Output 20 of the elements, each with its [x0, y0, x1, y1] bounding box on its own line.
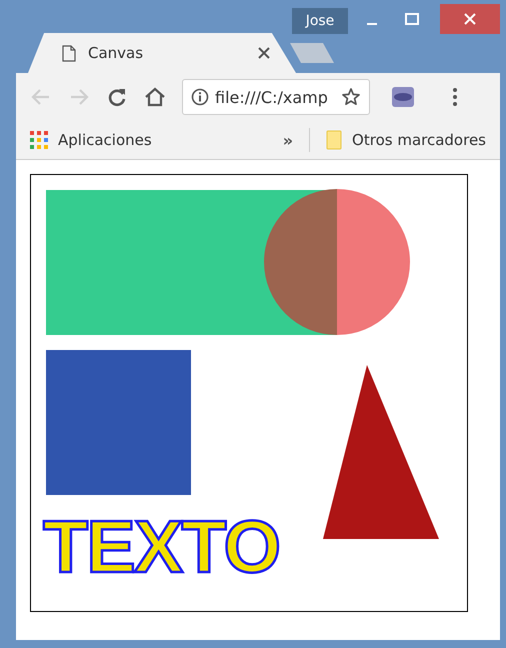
address-bar[interactable]: file:///C:/xamp: [182, 79, 370, 115]
close-icon: [464, 13, 476, 25]
other-bookmarks[interactable]: Otros marcadores: [326, 130, 486, 150]
home-icon[interactable]: [144, 86, 166, 108]
star-icon[interactable]: [341, 87, 361, 107]
info-icon[interactable]: [191, 88, 209, 106]
menu-icon[interactable]: [452, 87, 458, 107]
close-icon[interactable]: [258, 47, 270, 59]
folder-icon: [326, 130, 342, 150]
bookmark-item[interactable]: Aplicaciones: [30, 131, 152, 149]
apps-grid-icon: [30, 131, 48, 149]
overflow-chevron[interactable]: »: [282, 130, 294, 150]
page-icon: [62, 44, 76, 62]
profile-name[interactable]: Jose: [292, 8, 348, 34]
reload-icon[interactable]: [106, 86, 128, 108]
minimize-icon: [367, 23, 377, 25]
canvas-text: TEXTO: [43, 505, 281, 588]
close-button[interactable]: [440, 4, 500, 34]
maximize-icon: [405, 13, 419, 25]
browser-tab[interactable]: Canvas: [28, 33, 296, 73]
